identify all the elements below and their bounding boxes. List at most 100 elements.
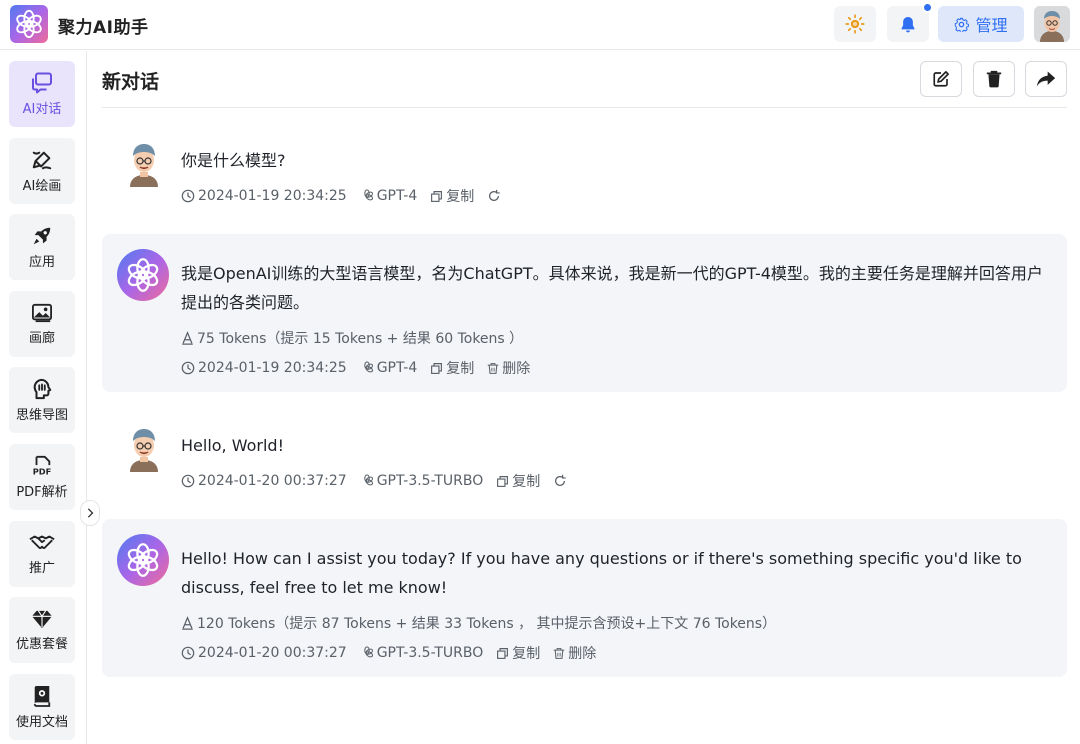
- sidebar-item-gallery[interactable]: 画廊: [9, 291, 75, 357]
- sidebar-item-label: AI绘画: [22, 178, 62, 194]
- copy-icon: [497, 647, 509, 659]
- delete-conversation-button[interactable]: [973, 61, 1015, 97]
- conversation-header: 新对话: [102, 51, 1067, 108]
- token-icon: [182, 616, 193, 630]
- admin-label: 管理: [975, 16, 1008, 35]
- message-meta: 2024-01-20 00:37:27 GPT-3.5-TURBO 复制 删除: [181, 643, 609, 663]
- conversation-title: 新对话: [102, 71, 160, 93]
- user-message-avatar: [124, 139, 164, 187]
- message-assistant: Hello! How can I assist you today? If yo…: [102, 519, 1067, 677]
- message-time: 2024-01-20 00:37:27: [181, 645, 347, 661]
- model-logo-icon: [363, 361, 373, 373]
- sidebar-item-label: 画廊: [28, 330, 55, 346]
- user-avatar[interactable]: [1034, 6, 1070, 42]
- brain-head-icon: [33, 378, 52, 399]
- message-user: 你是什么模型? 2024-01-19 20:34:25 GPT-4 复制: [102, 127, 1067, 222]
- sidebar-item-apps[interactable]: 应用: [9, 214, 75, 280]
- sidebar-item-label: 思维导图: [15, 407, 68, 423]
- handshake-icon: [29, 535, 55, 549]
- delete-message-button[interactable]: 删除: [553, 643, 596, 663]
- notification-dot: [922, 2, 933, 13]
- diamond-icon: [32, 610, 52, 628]
- openai-logo-icon: [127, 543, 159, 577]
- svg-text:PDF: PDF: [33, 466, 52, 476]
- message-meta: 2024-01-20 00:37:27 GPT-3.5-TURBO 复制: [181, 471, 580, 491]
- message-model: GPT-4: [360, 360, 417, 376]
- app-logo-icon: [10, 5, 48, 43]
- sidebar-item-ai-drawing[interactable]: AI绘画: [9, 138, 75, 204]
- message-time: 2024-01-19 20:34:25: [181, 188, 347, 204]
- trash-icon: [986, 70, 1002, 88]
- brush-icon: [32, 151, 52, 169]
- delete-message-button[interactable]: 删除: [487, 358, 530, 378]
- clock-icon: [181, 646, 195, 660]
- message-tokens: 120 Tokens（提示 87 Tokens + 结果 33 Tokens ，…: [181, 613, 789, 633]
- sidebar-item-docs[interactable]: 使用文档: [9, 674, 75, 740]
- sidebar-item-pdf[interactable]: PDF PDF解析: [9, 444, 75, 510]
- message-user: Hello, World! 2024-01-20 00:37:27 GPT-3.…: [102, 412, 1067, 507]
- message-model: GPT-3.5-TURBO: [360, 645, 483, 661]
- message-meta: 2024-01-19 20:34:25 GPT-4 复制: [181, 186, 514, 206]
- sidebar-item-ai-chat[interactable]: AI对话: [9, 61, 75, 127]
- token-icon: [182, 331, 193, 345]
- copy-icon: [431, 362, 443, 374]
- model-logo-icon: [363, 474, 373, 486]
- refresh-icon: [489, 189, 500, 201]
- user-message-avatar: [124, 424, 164, 472]
- sidebar-item-label: PDF解析: [16, 484, 68, 500]
- message-assistant: 我是OpenAI训练的大型语言模型，名为ChatGPT。具体来说，我是新一代的G…: [102, 234, 1067, 392]
- assistant-avatar: [117, 534, 169, 586]
- copy-icon: [497, 475, 509, 487]
- refresh-icon: [555, 474, 566, 486]
- rocket-icon: [33, 227, 51, 244]
- assistant-avatar: [117, 249, 169, 301]
- book-icon: [33, 685, 51, 707]
- chevron-right-icon: [87, 508, 94, 518]
- theme-toggle-button[interactable]: [834, 6, 876, 42]
- pdf-icon: PDF: [33, 455, 52, 476]
- sidebar-item-promotion[interactable]: 推广: [9, 521, 75, 587]
- sidebar-item-mindmap[interactable]: 思维导图: [9, 367, 75, 433]
- message-text: Hello! How can I assist you today? If yo…: [181, 549, 1022, 597]
- message-text: 你是什么模型?: [181, 151, 286, 170]
- copy-button[interactable]: 复制: [430, 186, 474, 206]
- sidebar-item-plans[interactable]: 优惠套餐: [9, 597, 75, 663]
- message-text: Hello, World!: [181, 436, 284, 455]
- images-icon: [32, 303, 52, 322]
- copy-button[interactable]: 复制: [430, 358, 474, 378]
- message-time: 2024-01-20 00:37:27: [181, 473, 347, 489]
- regenerate-button[interactable]: [487, 189, 501, 203]
- copy-button[interactable]: 复制: [496, 471, 540, 491]
- chat-bubbles-icon: [32, 72, 52, 93]
- message-model: GPT-4: [360, 188, 417, 204]
- share-arrow-icon: [1036, 71, 1056, 87]
- edit-title-button[interactable]: [920, 61, 962, 97]
- sidebar-collapse-toggle[interactable]: [80, 500, 100, 526]
- sidebar-item-label: 应用: [28, 254, 55, 270]
- sidebar-item-label: AI对话: [22, 101, 62, 117]
- message-time: 2024-01-19 20:34:25: [181, 360, 347, 376]
- gear-icon: [955, 17, 970, 32]
- trash-icon: [487, 362, 499, 374]
- top-bar: 聚力AI助手 管理: [0, 0, 1080, 50]
- regenerate-button[interactable]: [553, 474, 567, 488]
- sidebar-item-label: 使用文档: [15, 714, 68, 730]
- sidebar-item-label: 优惠套餐: [15, 636, 68, 652]
- message-model: GPT-3.5-TURBO: [360, 473, 483, 489]
- openai-logo-icon: [127, 258, 159, 292]
- sun-icon: [845, 14, 865, 34]
- model-logo-icon: [363, 646, 373, 658]
- share-button[interactable]: [1025, 61, 1067, 97]
- copy-button[interactable]: 复制: [496, 643, 540, 663]
- message-meta: 2024-01-19 20:34:25 GPT-4 复制 删除: [181, 358, 543, 378]
- message-text: 我是OpenAI训练的大型语言模型，名为ChatGPT。具体来说，我是新一代的G…: [181, 264, 1043, 312]
- bell-icon: [901, 16, 915, 32]
- copy-icon: [431, 190, 443, 202]
- app-title: 聚力AI助手: [58, 18, 149, 38]
- clock-icon: [181, 474, 195, 488]
- notifications-button[interactable]: [887, 2, 933, 42]
- edit-icon: [933, 71, 949, 87]
- admin-button[interactable]: 管理: [938, 6, 1024, 42]
- trash-icon: [554, 647, 565, 659]
- sidebar: AI对话 AI绘画 应用 画廊 思维导图 PDF PDF解析 推广 优惠套餐 使…: [0, 51, 87, 744]
